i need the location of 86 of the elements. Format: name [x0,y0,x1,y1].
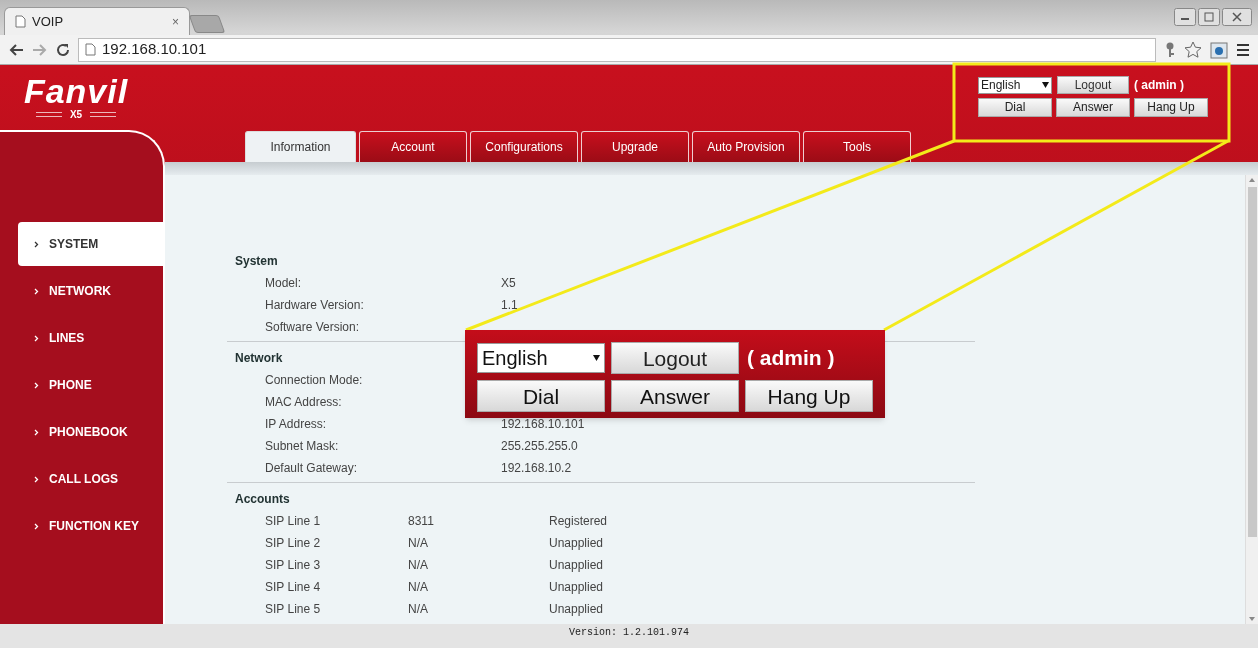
chevron-icon [34,381,39,389]
logout-button[interactable]: Logout [1057,76,1129,94]
new-tab-button[interactable] [188,15,226,33]
field-label: SIP Line 4 [265,579,322,596]
extension-icon[interactable] [1210,40,1228,59]
field-label: SIP Line 2 [265,535,322,552]
page-icon [15,15,26,28]
browser-tab[interactable]: VOIP × [4,7,190,35]
table-cell-text: N/A [408,579,429,596]
sidebar-item[interactable]: LINES [18,316,163,360]
field-value: 1.1 [501,297,518,314]
minimize-icon[interactable] [1174,8,1196,26]
sidebar-item[interactable]: NETWORK [18,269,163,313]
section-title: Accounts [235,491,290,508]
dial-button[interactable]: Dial [477,380,605,412]
chevron-icon [34,240,39,248]
scrollbar[interactable] [1245,175,1258,624]
dropdown-arrow-icon [1042,82,1049,88]
sidebar-item[interactable]: PHONE [18,363,163,407]
version-text: Version: 1.2.101.974 [569,626,689,640]
field-label: Default Gateway: [265,460,359,477]
chevron-icon [34,287,39,295]
table-cell-text: Unapplied [549,535,604,552]
tab-close-button[interactable]: × [172,12,179,31]
hang-up-button[interactable]: Hang Up [1134,98,1208,117]
maximize-icon[interactable] [1198,8,1220,26]
fanvil-logo: Fanvil X5 [24,75,128,122]
field-label: SIP Line 3 [265,557,322,574]
tab[interactable]: Account [359,131,467,162]
tab[interactable]: Auto Provision [692,131,800,162]
sidebar-item[interactable]: CALL LOGS [18,457,163,501]
field-label: Hardware Version: [265,297,365,314]
field-label: SIP Line 1 [265,513,322,530]
user-label: ( admin ) [1134,77,1184,94]
table-cell-text: N/A [408,557,429,574]
chevron-icon [34,475,39,483]
section-title: System [235,253,278,270]
field-label: IP Address: [265,416,328,433]
table-cell-text: N/A [408,535,429,552]
close-icon[interactable] [1222,8,1252,26]
field-label: Model: [265,275,303,292]
table-cell-text: Unapplied [549,557,604,574]
field-label: MAC Address: [265,394,343,411]
forward-icon[interactable] [32,42,48,57]
tab[interactable]: Configurations [470,131,578,162]
chevron-icon [34,428,39,436]
url-text: 192.168.10.101 [102,39,207,60]
hang-up-button[interactable]: Hang Up [745,380,873,412]
user-label: ( admin ) [747,345,835,372]
language-select[interactable]: English [978,76,1052,94]
field-label: Connection Mode: [265,372,364,389]
field-value: 192.168.10.2 [501,460,572,477]
page-icon [85,43,96,56]
chevron-icon [34,334,39,342]
tab-title: VOIP [32,12,65,31]
table-cell-text: 8311 [408,513,435,530]
answer-button[interactable]: Answer [1056,98,1130,117]
sidebar-item[interactable]: FUNCTION KEY [18,504,163,548]
table-cell-text: N/A [408,601,429,618]
back-icon[interactable] [8,42,24,57]
field-label: SIP Line 5 [265,601,322,618]
field-value: 192.168.10.101 [501,416,585,433]
tab[interactable]: Tools [803,131,911,162]
address-field[interactable]: 192.168.10.101 [78,37,1156,62]
logout-button[interactable]: Logout [611,342,739,374]
language-select[interactable]: English [477,343,605,373]
field-label: Subnet Mask: [265,438,340,455]
sidebar-item[interactable]: PHONEBOOK [18,410,163,454]
tab[interactable]: Upgrade [581,131,689,162]
field-label: Software Version: [265,319,361,336]
dial-button[interactable]: Dial [978,98,1052,117]
table-cell-text: Registered [549,513,608,530]
answer-button[interactable]: Answer [611,380,739,412]
field-value: 255.255.255.0 [501,438,578,455]
chevron-icon [34,522,39,530]
sidebar-item[interactable]: SYSTEM [18,222,163,266]
key-icon[interactable] [1164,41,1176,58]
field-value: X5 [501,275,516,292]
menu-icon[interactable] [1236,42,1250,57]
dropdown-arrow-icon [593,355,600,361]
table-cell-text: Unapplied [549,579,604,596]
section-title: Network [235,350,283,367]
reload-icon[interactable] [56,42,70,57]
table-cell-text: Unapplied [549,601,604,618]
star-icon[interactable] [1184,40,1202,59]
tab[interactable]: Information [245,131,356,162]
